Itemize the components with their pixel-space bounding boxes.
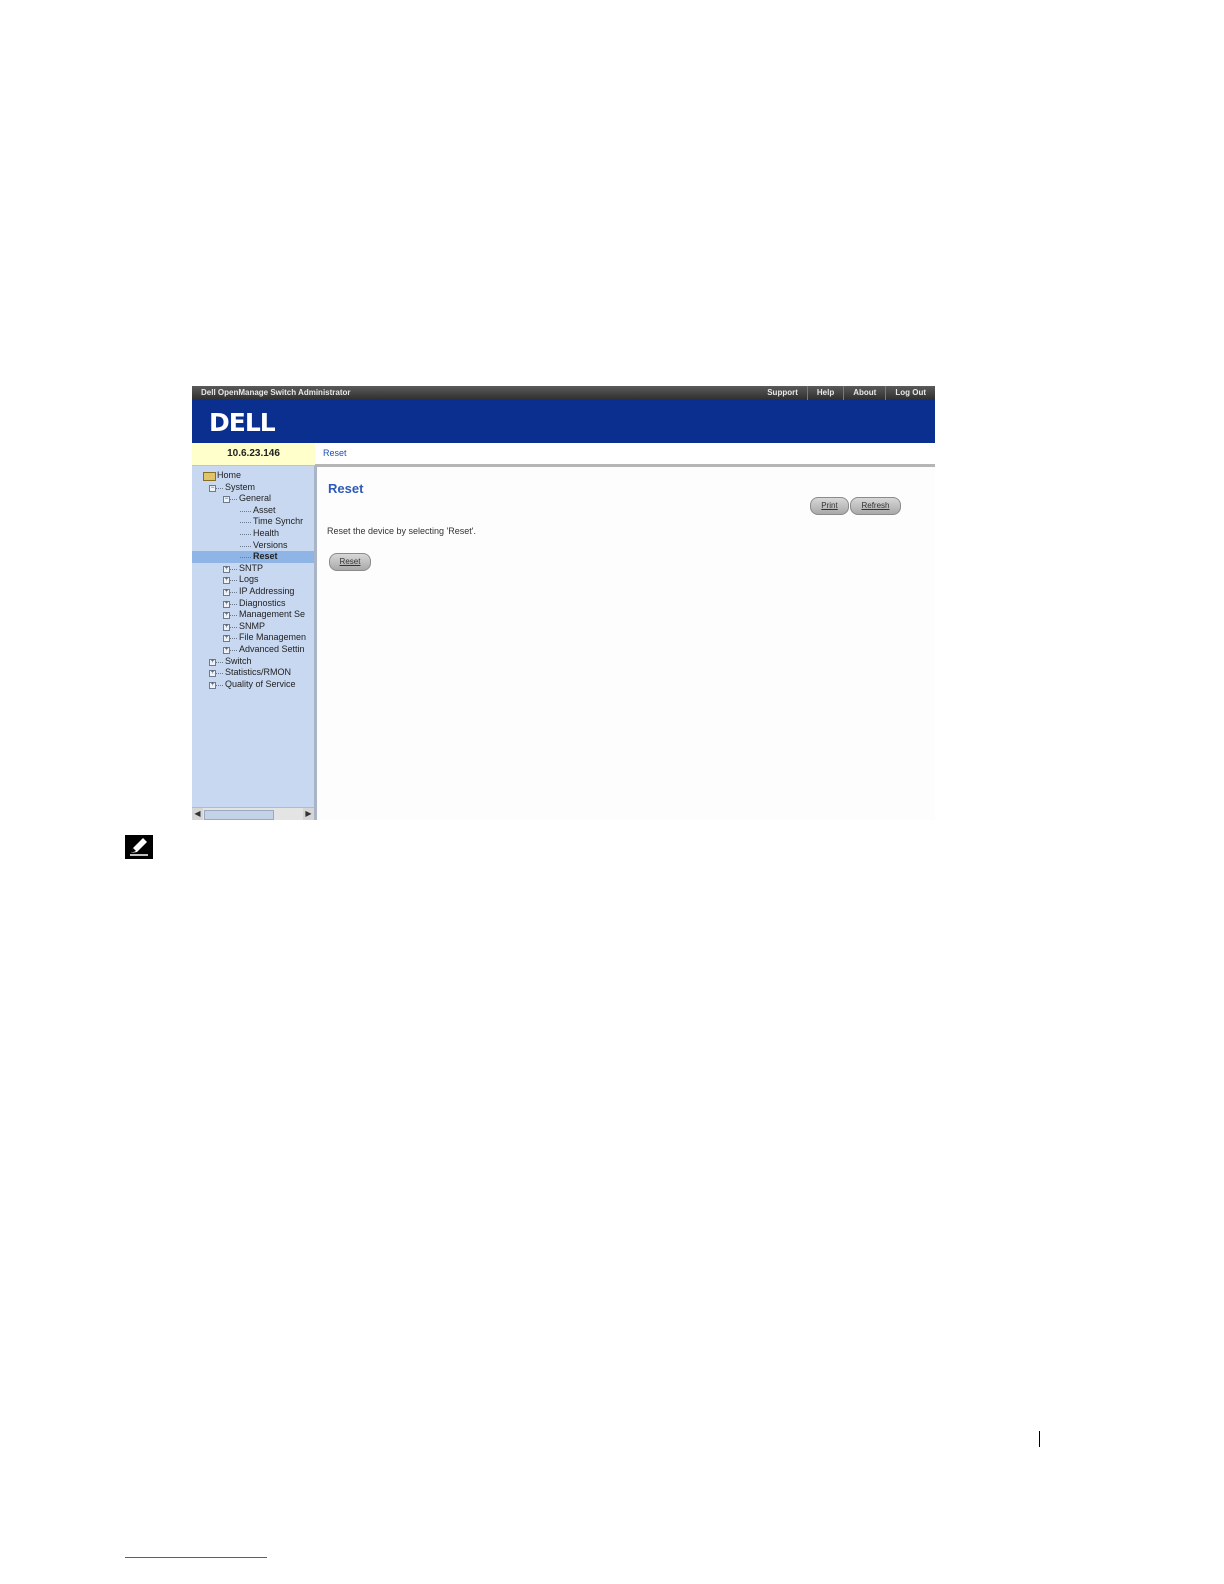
tree-connector bbox=[216, 673, 223, 675]
support-link[interactable]: Support bbox=[758, 386, 807, 400]
scrollbar-thumb[interactable] bbox=[204, 810, 274, 820]
page-number-rule bbox=[1039, 1431, 1040, 1447]
expand-icon[interactable]: + bbox=[223, 600, 230, 608]
note-pencil-icon bbox=[125, 835, 153, 859]
expand-icon[interactable]: + bbox=[209, 658, 216, 666]
home-folder-icon bbox=[203, 472, 216, 481]
navigation-tree-panel: Home − System − General Asset Time Synchr Heal… bbox=[192, 466, 317, 820]
breadcrumb-reset-link[interactable]: Reset bbox=[323, 448, 347, 458]
tree-connector bbox=[240, 533, 251, 535]
device-ip: 10.6.23.146 bbox=[192, 443, 315, 466]
tree-connector bbox=[240, 510, 251, 512]
page-title: Reset bbox=[328, 481, 364, 496]
tree-item-quality-of-service[interactable]: + Quality of Service bbox=[192, 679, 314, 691]
tree-connector bbox=[230, 591, 237, 593]
reset-description: Reset the device by selecting 'Reset'. bbox=[327, 526, 477, 536]
scroll-left-icon[interactable]: ◀ bbox=[192, 808, 203, 820]
tree-item-label: Quality of Service bbox=[225, 678, 296, 689]
title-bar: Dell OpenManage Switch Administrator Sup… bbox=[192, 386, 935, 400]
tree-connector bbox=[240, 545, 251, 547]
scroll-right-icon[interactable]: ▶ bbox=[303, 808, 314, 820]
tree-connector bbox=[230, 615, 237, 617]
expand-icon[interactable]: + bbox=[223, 588, 230, 596]
tree-item-label: Reset bbox=[253, 551, 278, 562]
tree-connector bbox=[240, 522, 251, 524]
collapse-icon[interactable]: − bbox=[223, 496, 230, 504]
tree-connector bbox=[240, 557, 251, 559]
tree-item-home[interactable]: Home bbox=[192, 470, 314, 482]
tree-item-health[interactable]: Health bbox=[192, 528, 314, 540]
tree-item-management-se[interactable]: + Management Se bbox=[192, 609, 314, 621]
help-link[interactable]: Help bbox=[806, 386, 843, 400]
tree-item-label: General bbox=[239, 493, 272, 504]
tree-item-sntp[interactable]: + SNTP bbox=[192, 563, 314, 575]
tree-connector bbox=[230, 649, 237, 651]
tree-item-diagnostics[interactable]: + Diagnostics bbox=[192, 598, 314, 610]
dell-logo: DELL bbox=[209, 408, 276, 437]
top-links: Support Help About Log Out bbox=[758, 386, 935, 400]
expand-icon[interactable]: + bbox=[223, 646, 230, 654]
tree-item-versions[interactable]: Versions bbox=[192, 540, 314, 552]
tree-item-ip-addressing[interactable]: + IP Addressing bbox=[192, 586, 314, 598]
navigation-tree: Home − System − General Asset Time Synchr Heal… bbox=[192, 470, 314, 690]
expand-icon[interactable]: + bbox=[209, 681, 216, 689]
tree-connector bbox=[230, 603, 237, 605]
expand-icon[interactable]: + bbox=[223, 635, 230, 643]
tree-item-label: Home bbox=[217, 470, 242, 480]
dell-banner: DELL bbox=[192, 400, 935, 443]
log-out-link[interactable]: Log Out bbox=[885, 386, 935, 400]
tree-item-label: Logs bbox=[239, 574, 259, 585]
tree-item-label: File Managemen bbox=[239, 632, 307, 643]
refresh-button[interactable]: Refresh bbox=[850, 497, 901, 515]
tree-item-advanced-settin[interactable]: + Advanced Settin bbox=[192, 644, 314, 656]
tree-connector bbox=[230, 626, 237, 628]
tree-item-label: Health bbox=[253, 527, 280, 538]
tree-connector bbox=[230, 568, 237, 570]
tree-item-label: Statistics/RMON bbox=[225, 667, 292, 678]
expand-icon[interactable]: + bbox=[223, 612, 230, 620]
tree-item-label: Time Synchr bbox=[253, 516, 304, 527]
tree-item-reset[interactable]: Reset bbox=[192, 551, 314, 563]
tree-connector bbox=[216, 684, 223, 686]
tree-item-label: Asset bbox=[253, 504, 276, 515]
footer-rule bbox=[125, 1557, 267, 1558]
breadcrumb: Reset bbox=[315, 443, 935, 467]
tree-item-logs[interactable]: + Logs bbox=[192, 574, 314, 586]
tree-item-label: Switch bbox=[225, 655, 252, 666]
expand-icon[interactable]: + bbox=[223, 623, 230, 631]
print-button[interactable]: Print bbox=[810, 497, 849, 515]
tree-item-label: Diagnostics bbox=[239, 597, 286, 608]
main-content: Reset Print Refresh Reset the device by … bbox=[317, 467, 935, 820]
tree-item-label: Management Se bbox=[239, 609, 306, 620]
tree-item-label: Versions bbox=[253, 539, 288, 550]
tree-connector bbox=[230, 499, 237, 501]
expand-icon[interactable]: + bbox=[209, 670, 216, 678]
tree-item-switch[interactable]: + Switch bbox=[192, 656, 314, 668]
tree-item-file-managemen[interactable]: + File Managemen bbox=[192, 632, 314, 644]
tree-item-label: SNTP bbox=[239, 562, 264, 573]
tree-item-label: SNMP bbox=[239, 620, 266, 631]
about-link[interactable]: About bbox=[843, 386, 885, 400]
tree-item-label: IP Addressing bbox=[239, 585, 295, 596]
tree-item-time-synchr[interactable]: Time Synchr bbox=[192, 516, 314, 528]
tree-item-label: Advanced Settin bbox=[239, 643, 305, 654]
tree-connector bbox=[216, 661, 223, 663]
tree-item-general[interactable]: − General bbox=[192, 493, 314, 505]
expand-icon[interactable]: + bbox=[223, 565, 230, 573]
reset-button[interactable]: Reset bbox=[329, 553, 371, 571]
tree-item-snmp[interactable]: + SNMP bbox=[192, 621, 314, 633]
tree-connector bbox=[230, 638, 237, 640]
app-title: Dell OpenManage Switch Administrator bbox=[201, 388, 351, 397]
collapse-icon[interactable]: − bbox=[209, 484, 216, 492]
tree-item-asset[interactable]: Asset bbox=[192, 505, 314, 517]
expand-icon[interactable]: + bbox=[223, 577, 230, 585]
tree-item-statistics-rmon[interactable]: + Statistics/RMON bbox=[192, 667, 314, 679]
tree-connector bbox=[230, 580, 237, 582]
horizontal-scrollbar[interactable]: ◀ ▶ bbox=[192, 807, 314, 820]
switch-admin-screenshot: Dell OpenManage Switch Administrator Sup… bbox=[192, 386, 935, 820]
tree-item-system[interactable]: − System bbox=[192, 482, 314, 494]
tree-connector bbox=[216, 487, 223, 489]
tree-item-label: System bbox=[225, 481, 256, 492]
